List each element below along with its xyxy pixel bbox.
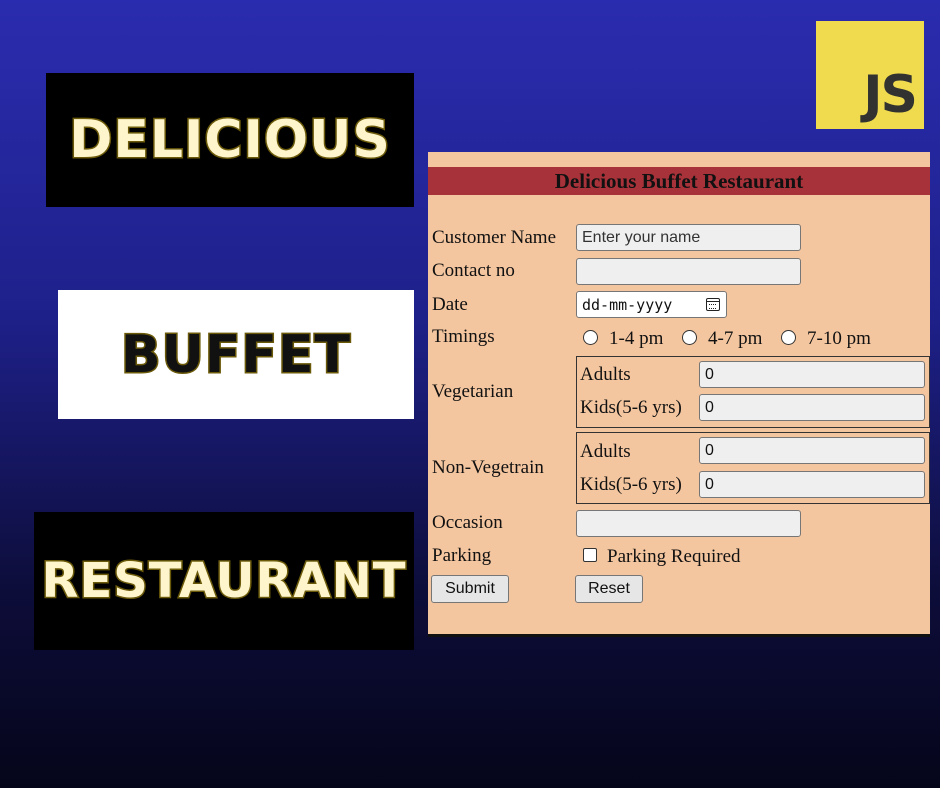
banner-restaurant-text: RESTAURANT: [40, 552, 407, 611]
banner-delicious: DELICIOUS: [46, 73, 414, 207]
veg-kids-label: Kids(5-6 yrs): [580, 397, 682, 418]
form-title: Delicious Buffet Restaurant: [428, 167, 930, 195]
date-placeholder: dd-mm-yyyy: [582, 295, 673, 314]
parking-option-label: Parking Required: [607, 546, 741, 567]
banner-delicious-text: DELICIOUS: [68, 109, 392, 172]
calendar-icon[interactable]: [706, 298, 720, 311]
veg-adults-label: Adults: [580, 364, 631, 385]
banner-buffet: BUFFET: [58, 290, 414, 419]
parking-checkbox[interactable]: [583, 548, 597, 562]
occasion-input[interactable]: [576, 510, 801, 537]
javascript-logo-icon: JS: [816, 21, 924, 129]
occasion-label: Occasion: [432, 512, 503, 533]
veg-adults-input[interactable]: [699, 361, 925, 388]
vegetarian-label: Vegetarian: [432, 381, 514, 402]
buffet-form: Delicious Buffet Restaurant Customer Nam…: [428, 152, 930, 634]
nonveg-adults-label: Adults: [580, 441, 631, 462]
nonveg-adults-input[interactable]: [699, 437, 925, 464]
timing-radio-1[interactable]: [583, 330, 598, 345]
javascript-logo-text: JS: [863, 65, 918, 125]
veg-kids-input[interactable]: [699, 394, 925, 421]
timings-label: Timings: [432, 326, 495, 347]
reset-button[interactable]: Reset: [575, 575, 643, 603]
customer-name-label: Customer Name: [432, 227, 557, 248]
timing-option-3: 7-10 pm: [807, 328, 871, 349]
non-veg-label: Non-Vegetrain: [432, 457, 544, 478]
timing-radio-3[interactable]: [781, 330, 796, 345]
date-input[interactable]: dd-mm-yyyy: [576, 291, 727, 318]
date-label: Date: [432, 294, 468, 315]
banner-buffet-text: BUFFET: [120, 323, 352, 386]
timing-radio-2[interactable]: [682, 330, 697, 345]
banner-restaurant: RESTAURANT: [34, 512, 414, 650]
parking-label: Parking: [432, 545, 492, 566]
timing-option-1: 1-4 pm: [609, 328, 664, 349]
nonveg-kids-label: Kids(5-6 yrs): [580, 474, 682, 495]
nonveg-kids-input[interactable]: [699, 471, 925, 498]
customer-name-input[interactable]: [576, 224, 801, 251]
submit-button[interactable]: Submit: [431, 575, 509, 603]
contact-input[interactable]: [576, 258, 801, 285]
timing-option-2: 4-7 pm: [708, 328, 763, 349]
contact-label: Contact no: [432, 260, 515, 281]
